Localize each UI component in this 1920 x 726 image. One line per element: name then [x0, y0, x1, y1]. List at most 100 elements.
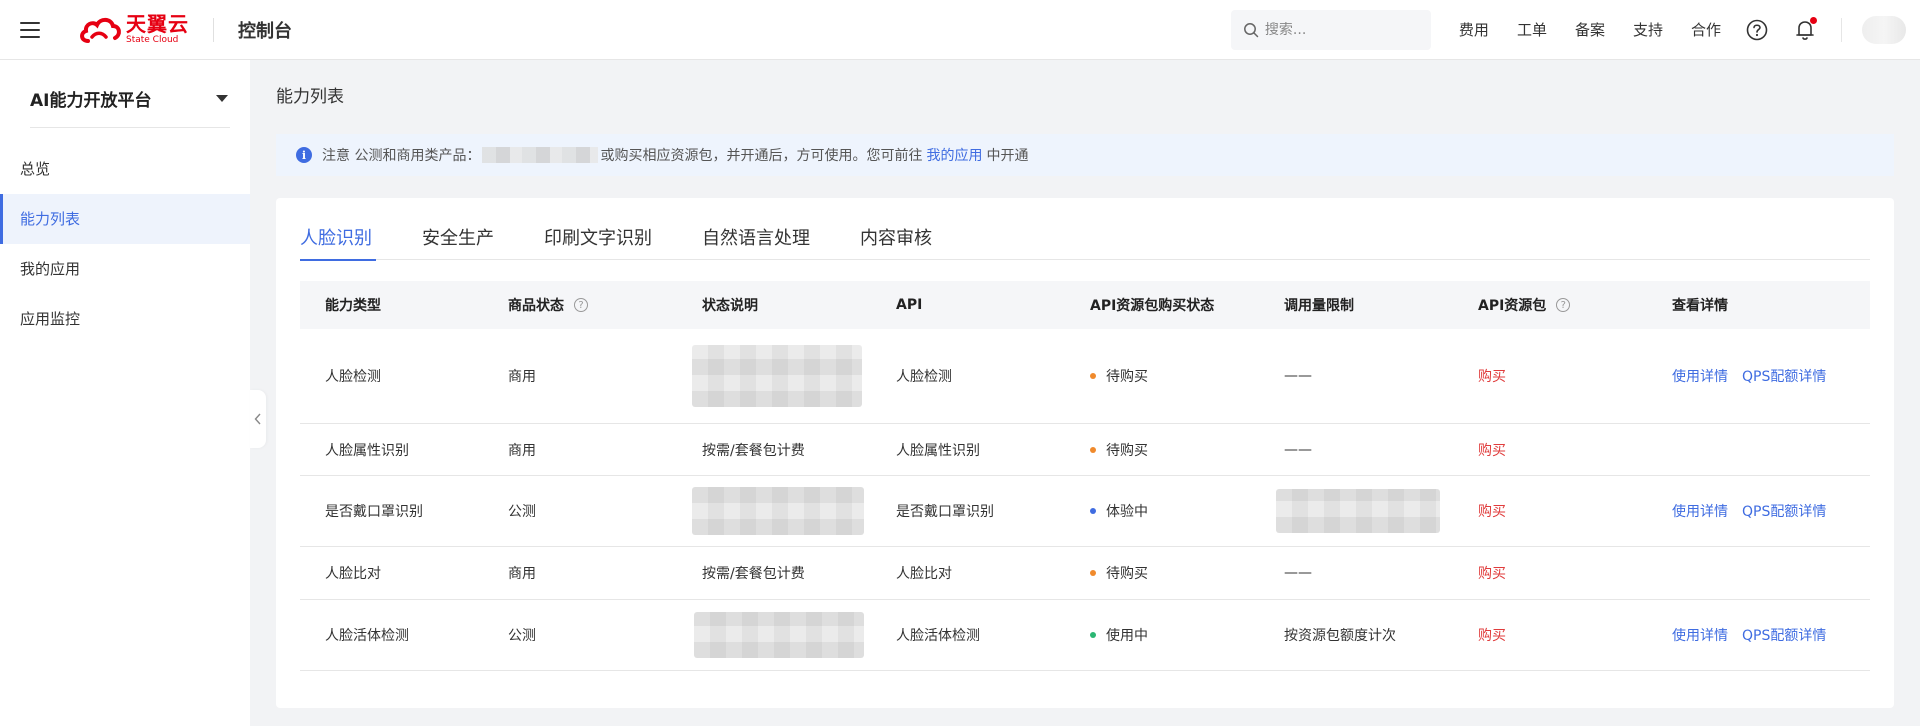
top-bar: 天翼云 State Cloud 控制台 费用 工单 备案 支持 合作 — [0, 0, 1920, 60]
qps-detail-link[interactable]: QPS配额详情 — [1742, 628, 1826, 644]
tab-content-review[interactable]: 内容审核 — [860, 224, 932, 260]
cell-desc: 按需/套餐包计费 — [702, 442, 805, 459]
cell-desc — [677, 612, 871, 658]
caret-down-icon — [216, 95, 228, 102]
console-title[interactable]: 控制台 — [238, 17, 292, 43]
cell-detail: 使用详情 QPS配额详情 — [1647, 501, 1870, 521]
status-text: 体验中 — [1106, 504, 1148, 520]
sidebar: AI能力开放平台 总览 能力列表 我的应用 应用监控 — [0, 60, 250, 726]
status-dot — [1090, 570, 1096, 576]
category-tabs: 人脸识别 安全生产 印刷文字识别 自然语言处理 内容审核 — [300, 224, 1870, 261]
col-header: 能力类型 — [325, 298, 381, 314]
notice-banner: i 注意 公测和商用类产品： 或购买相应资源包，并开通后，方可使用。您可前往 我… — [276, 134, 1894, 176]
col-header: 状态说明 — [702, 298, 758, 314]
cell-status: 公测 — [508, 628, 536, 644]
logo[interactable]: 天翼云 State Cloud — [78, 0, 189, 60]
redacted-text — [692, 487, 864, 535]
menu-icon[interactable] — [0, 0, 60, 60]
cell-desc — [677, 345, 871, 407]
col-header: API — [896, 297, 923, 313]
usage-detail-link[interactable]: 使用详情 — [1672, 504, 1728, 520]
notice-suffix: 中开通 — [986, 148, 1029, 164]
notice-prefix: 注意 公测和商用类产品： — [322, 148, 481, 164]
usage-detail-link[interactable]: 使用详情 — [1672, 628, 1728, 644]
cell-type: 是否戴口罩识别 — [325, 504, 423, 520]
status-text: 待购买 — [1106, 369, 1148, 385]
logo-cn-text: 天翼云 — [126, 12, 189, 36]
nav-fees[interactable]: 费用 — [1459, 19, 1489, 40]
cell-type: 人脸活体检测 — [325, 628, 409, 644]
cell-package: 购买 — [1453, 501, 1647, 521]
platform-title: AI能力开放平台 — [30, 91, 152, 111]
cell-status: 商用 — [508, 566, 536, 582]
question-icon[interactable]: ? — [1556, 298, 1571, 312]
capability-table: 能力类型 商品状态? 状态说明 API API资源包购买状态 调用量限制 API… — [300, 281, 1870, 671]
table-row: 人脸活体检测 公测 人脸活体检测 使用中 按资源包额度计次 购买 使用详情 QPS… — [300, 600, 1870, 671]
redacted-text — [692, 345, 862, 407]
status-dot — [1090, 446, 1096, 453]
cell-type: 人脸比对 — [325, 566, 381, 582]
usage-detail-link[interactable]: 使用详情 — [1672, 369, 1728, 385]
help-icon[interactable] — [1745, 18, 1769, 42]
cell-api: 人脸属性识别 — [896, 442, 980, 459]
nav-filing[interactable]: 备案 — [1575, 19, 1605, 40]
cell-buy-status: 待购买 — [1065, 440, 1259, 460]
cell-buy-status: 待购买 — [1065, 563, 1259, 583]
table-row: 人脸检测 商用 人脸检测 待购买 —— 购买 使用详情 QPS配额详情 — [300, 329, 1870, 424]
sidebar-item-overview[interactable]: 总览 — [0, 144, 250, 194]
avatar[interactable] — [1862, 15, 1906, 44]
cell-api: 人脸比对 — [896, 566, 952, 582]
cell-detail: 使用详情 QPS配额详情 — [1647, 625, 1870, 645]
col-header-label: 商品状态 — [508, 298, 564, 314]
tab-nlp[interactable]: 自然语言处理 — [702, 224, 810, 260]
nav-partner[interactable]: 合作 — [1691, 19, 1721, 40]
tab-safety-production[interactable]: 安全生产 — [422, 224, 494, 260]
tab-face-recognition[interactable]: 人脸识别 — [300, 224, 376, 261]
table-row: 是否戴口罩识别 公测 是否戴口罩识别 体验中 购买 使用详情 QPS配额详情 — [300, 476, 1870, 547]
table-row: 人脸比对 商用 按需/套餐包计费 人脸比对 待购买 —— 购买 — [300, 547, 1870, 600]
tab-ocr[interactable]: 印刷文字识别 — [544, 224, 652, 260]
col-header: 调用量限制 — [1284, 298, 1354, 314]
my-apps-link[interactable]: 我的应用 — [926, 145, 982, 165]
col-header: API资源包? — [1453, 295, 1647, 315]
sidebar-collapse-handle[interactable] — [250, 390, 266, 448]
cell-limit: —— — [1284, 441, 1312, 458]
status-text: 待购买 — [1106, 566, 1148, 582]
qps-detail-link[interactable]: QPS配额详情 — [1742, 369, 1826, 385]
notice-middle: 或购买相应资源包，并开通后，方可使用。您可前往 — [600, 148, 923, 164]
table-header: 能力类型 商品状态? 状态说明 API API资源包购买状态 调用量限制 API… — [300, 281, 1870, 329]
buy-button[interactable]: 购买 — [1478, 625, 1506, 645]
platform-selector[interactable]: AI能力开放平台 — [30, 60, 230, 128]
search-box[interactable] — [1230, 9, 1431, 50]
cell-buy-status: 体验中 — [1065, 501, 1259, 521]
col-header: 商品状态? — [483, 295, 677, 315]
notification-dot — [1810, 16, 1817, 24]
redacted-text — [694, 612, 864, 658]
nav-tickets[interactable]: 工单 — [1517, 19, 1547, 40]
sidebar-item-capability-list[interactable]: 能力列表 — [0, 194, 250, 244]
table-row: 人脸属性识别 商用 按需/套餐包计费 人脸属性识别 待购买 —— 购买 — [300, 424, 1870, 476]
cell-api: 人脸检测 — [896, 369, 952, 385]
buy-button[interactable]: 购买 — [1478, 366, 1506, 386]
cell-api: 人脸活体检测 — [896, 628, 980, 644]
buy-button[interactable]: 购买 — [1478, 501, 1506, 521]
cell-type: 人脸检测 — [325, 369, 381, 385]
question-icon[interactable]: ? — [574, 298, 588, 312]
buy-button[interactable]: 购买 — [1478, 563, 1506, 583]
cell-status: 商用 — [508, 442, 536, 459]
col-header-label: API资源包 — [1478, 298, 1547, 314]
capability-card: 人脸识别 安全生产 印刷文字识别 自然语言处理 内容审核 能力类型 商品状态? … — [276, 198, 1894, 708]
nav-support[interactable]: 支持 — [1633, 19, 1663, 40]
cell-buy-status: 待购买 — [1065, 366, 1259, 386]
cell-limit: —— — [1284, 368, 1312, 384]
sidebar-item-app-monitor[interactable]: 应用监控 — [0, 294, 250, 344]
qps-detail-link[interactable]: QPS配额详情 — [1742, 504, 1826, 520]
search-input[interactable] — [1264, 21, 1415, 38]
status-dot — [1090, 632, 1096, 638]
logo-en-text: State Cloud — [126, 35, 179, 45]
buy-button[interactable]: 购买 — [1478, 440, 1506, 460]
bell-icon[interactable] — [1793, 16, 1817, 42]
cell-desc: 按需/套餐包计费 — [702, 566, 805, 582]
sidebar-item-my-apps[interactable]: 我的应用 — [0, 244, 250, 294]
col-header: 查看详情 — [1672, 298, 1728, 314]
